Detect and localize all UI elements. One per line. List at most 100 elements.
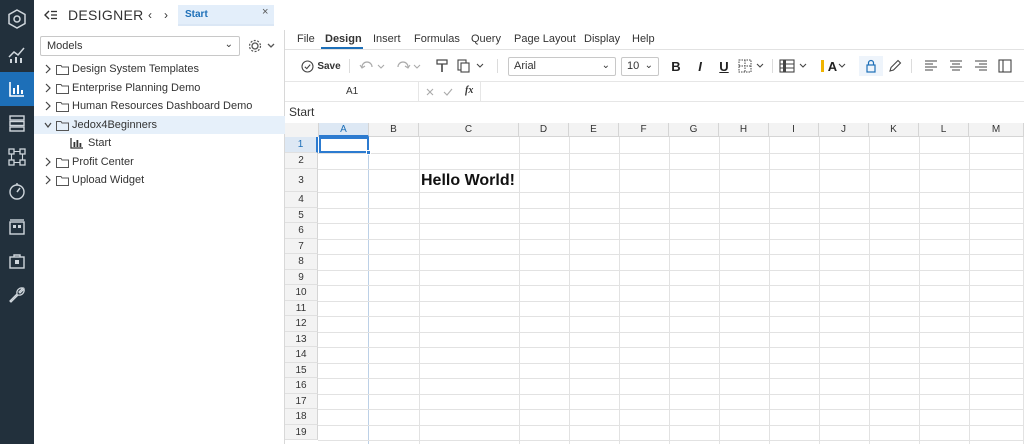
italic-button[interactable]: I [692, 58, 708, 74]
column-header[interactable]: L [919, 123, 969, 137]
merge-cells-button[interactable] [779, 58, 811, 74]
row-header[interactable]: 1 [285, 137, 318, 153]
underline-button[interactable]: U [716, 58, 732, 74]
menu-display[interactable]: Display [584, 33, 620, 45]
font-size-select[interactable]: 10 ⌄ [621, 57, 659, 76]
cell-c3[interactable]: Hello World! [421, 172, 515, 190]
align-center-button[interactable] [948, 58, 964, 74]
column-header[interactable]: C [419, 123, 519, 137]
paste-button[interactable] [457, 58, 487, 74]
row-header[interactable]: 11 [285, 300, 318, 316]
hexagon-logo-icon[interactable] [0, 2, 34, 36]
tree-item-start-report[interactable]: Start [34, 134, 285, 153]
column-header[interactable]: G [669, 123, 719, 137]
menu-formulas[interactable]: Formulas [414, 33, 460, 45]
close-icon[interactable]: × [262, 6, 268, 18]
row-header[interactable]: 18 [285, 409, 318, 425]
column-header[interactable]: B [369, 123, 419, 137]
panel-icon [998, 59, 1012, 73]
tab-start[interactable]: Start × [178, 5, 274, 26]
tree-item-upload-widget[interactable]: Upload Widget [34, 171, 285, 190]
cancel-icon[interactable] [426, 88, 434, 96]
column-header[interactable]: H [719, 123, 769, 137]
models-select[interactable]: Models ⌄ [40, 36, 240, 56]
spreadsheet-grid[interactable]: A B C D E F G H I J K L M 1 2 3 4 5 6 7 … [285, 123, 1024, 444]
row-header[interactable]: 15 [285, 362, 318, 378]
row-header[interactable]: 4 [285, 192, 318, 208]
tree-item-human-resources-dashboard-demo[interactable]: Human Resources Dashboard Demo [34, 97, 285, 116]
column-header[interactable]: E [569, 123, 619, 137]
redo-button[interactable] [395, 58, 423, 74]
back-arrow-icon[interactable]: ‹ [144, 8, 156, 22]
lock-button[interactable] [859, 56, 883, 76]
scheduler-icon[interactable] [0, 210, 34, 244]
collapse-panel-icon[interactable] [44, 8, 58, 22]
chevron-right-icon[interactable] [44, 175, 52, 185]
font-color-button[interactable]: A [819, 58, 849, 74]
forward-arrow-icon[interactable]: › [160, 8, 172, 22]
row-header[interactable]: 19 [285, 424, 318, 440]
column-header[interactable]: J [819, 123, 869, 137]
undo-button[interactable] [359, 58, 387, 74]
align-right-button[interactable] [973, 58, 989, 74]
menu-insert[interactable]: Insert [373, 33, 401, 45]
align-left-button[interactable] [923, 58, 939, 74]
fill-handle[interactable] [366, 150, 371, 155]
chevron-right-icon[interactable] [44, 83, 52, 93]
menu-help[interactable]: Help [632, 33, 655, 45]
row-header[interactable]: 7 [285, 238, 318, 254]
column-header[interactable]: M [969, 123, 1024, 137]
row-header[interactable]: 16 [285, 378, 318, 394]
row-header[interactable]: 10 [285, 285, 318, 301]
tree-item-jedox4beginners[interactable]: Jedox4Beginners [34, 115, 285, 134]
tree-item-profit-center[interactable]: Profit Center [34, 153, 285, 172]
marketplace-icon[interactable] [0, 244, 34, 278]
folder-icon [56, 102, 69, 112]
row-header[interactable]: 12 [285, 316, 318, 332]
row-header[interactable]: 13 [285, 331, 318, 347]
row-header[interactable]: 6 [285, 223, 318, 239]
gear-icon[interactable] [248, 38, 276, 54]
column-header[interactable]: I [769, 123, 819, 137]
row-header[interactable]: 8 [285, 254, 318, 270]
active-cell-a1[interactable] [319, 137, 369, 153]
save-button[interactable]: Save [299, 58, 343, 74]
chevron-right-icon[interactable] [44, 101, 52, 111]
tree-item-design-system-templates[interactable]: Design System Templates [34, 60, 285, 79]
row-header[interactable]: 2 [285, 153, 318, 169]
menu-page-layout[interactable]: Page Layout [514, 33, 576, 45]
select-all-corner[interactable] [285, 123, 319, 137]
chevron-right-icon[interactable] [44, 64, 52, 74]
bold-button[interactable]: B [668, 58, 684, 74]
chevron-right-icon[interactable] [44, 157, 52, 167]
wrench-icon[interactable] [0, 278, 34, 312]
column-header[interactable]: A [319, 123, 369, 137]
column-header[interactable]: K [869, 123, 919, 137]
row-header[interactable]: 5 [285, 207, 318, 223]
row-header[interactable]: 14 [285, 347, 318, 363]
confirm-icon[interactable] [443, 88, 453, 96]
integrator-icon[interactable] [0, 140, 34, 174]
fx-button[interactable]: fx [465, 85, 473, 96]
chevron-down-icon[interactable] [44, 120, 52, 130]
font-family-select[interactable]: Arial ⌄ [508, 57, 616, 76]
gauge-icon[interactable] [0, 174, 34, 208]
tree-item-enterprise-planning-demo[interactable]: Enterprise Planning Demo [34, 79, 285, 98]
analytics-icon[interactable] [0, 38, 34, 72]
row-header[interactable]: 3 [285, 169, 318, 192]
menu-query[interactable]: Query [471, 33, 501, 45]
menu-file[interactable]: File [297, 33, 315, 45]
designer-icon[interactable] [0, 72, 34, 106]
format-painter-button[interactable] [435, 58, 449, 74]
name-box[interactable]: A1 [285, 82, 419, 101]
borders-button[interactable] [738, 58, 768, 74]
edit-button[interactable] [887, 58, 903, 74]
column-header[interactable]: F [619, 123, 669, 137]
formula-input[interactable] [480, 82, 1024, 101]
row-header[interactable]: 17 [285, 393, 318, 409]
row-header[interactable]: 9 [285, 269, 318, 285]
column-header[interactable]: D [519, 123, 569, 137]
database-icon[interactable] [0, 106, 34, 140]
panel-toggle-button[interactable] [997, 58, 1013, 74]
menu-design[interactable]: Design [325, 33, 362, 45]
